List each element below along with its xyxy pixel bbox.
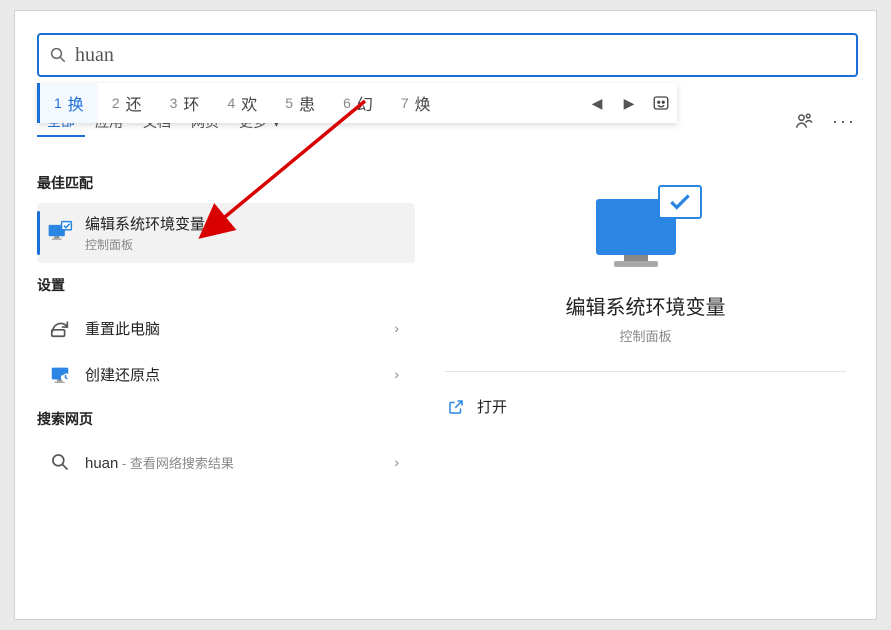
section-best-match: 最佳匹配 <box>37 173 415 193</box>
section-settings: 设置 <box>37 275 415 295</box>
ime-num: 5 <box>285 95 293 111</box>
ime-candidate-7[interactable]: 7 焕 <box>387 83 445 123</box>
search-input[interactable] <box>75 44 846 67</box>
result-subtitle: 控制面板 <box>85 236 205 253</box>
ime-candidate-1[interactable]: 1 换 <box>37 83 98 123</box>
ime-candidate-2[interactable]: 2 还 <box>98 83 156 123</box>
preview-app-icon <box>586 185 706 275</box>
ime-char: 欢 <box>241 91 257 115</box>
result-restore-point[interactable]: 创建还原点 › <box>37 351 415 397</box>
result-title: 创建还原点 <box>85 364 160 385</box>
ime-candidate-6[interactable]: 6 幻 <box>329 83 387 123</box>
reset-icon <box>47 315 73 341</box>
preview-title: 编辑系统环境变量 <box>445 291 846 320</box>
more-options-icon[interactable]: ··· <box>830 107 858 135</box>
search-window: 1 换 2 还 3 环 4 欢 5 患 6 幻 7 焕 ◀ ▶ <box>14 10 877 620</box>
ime-num: 6 <box>343 95 351 111</box>
result-web-search[interactable]: huan - 查看网络搜索结果 › <box>37 439 415 485</box>
preview-subtitle: 控制面板 <box>445 326 846 345</box>
result-title: 编辑系统环境变量 <box>85 213 205 234</box>
result-edit-env-vars[interactable]: 编辑系统环境变量 控制面板 <box>37 203 415 263</box>
open-action[interactable]: 打开 <box>445 390 846 423</box>
result-title: 重置此电脑 <box>85 318 160 339</box>
search-box[interactable] <box>37 33 858 77</box>
web-suffix-text: - 查看网络搜索结果 <box>118 456 234 471</box>
web-query-text: huan <box>85 455 118 472</box>
result-reset-pc[interactable]: 重置此电脑 › <box>37 305 415 351</box>
chevron-right-icon: › <box>394 320 405 336</box>
chevron-right-icon: › <box>394 454 405 470</box>
ime-num: 3 <box>170 95 178 111</box>
divider <box>445 371 846 372</box>
ime-char: 环 <box>183 91 199 115</box>
ime-char: 焕 <box>415 91 431 115</box>
ime-emoji-icon[interactable] <box>645 87 677 119</box>
ime-char: 患 <box>299 91 315 115</box>
restore-point-icon <box>47 361 73 387</box>
ime-num: 1 <box>54 95 62 111</box>
ime-prev-icon[interactable]: ◀ <box>581 87 613 119</box>
ime-next-icon[interactable]: ▶ <box>613 87 645 119</box>
preview-panel: 编辑系统环境变量 控制面板 打开 <box>415 151 876 619</box>
ime-candidate-3[interactable]: 3 环 <box>156 83 214 123</box>
ime-num: 4 <box>227 95 235 111</box>
ime-nav: ◀ ▶ <box>581 87 677 119</box>
ime-candidate-4[interactable]: 4 欢 <box>213 83 271 123</box>
ime-char: 还 <box>126 91 142 115</box>
search-icon <box>47 449 73 475</box>
ime-num: 2 <box>112 95 120 111</box>
account-icon[interactable] <box>790 107 818 135</box>
open-external-icon <box>447 398 465 416</box>
ime-candidate-5[interactable]: 5 患 <box>271 83 329 123</box>
monitor-icon <box>47 220 73 246</box>
result-title: huan - 查看网络搜索结果 <box>85 453 234 472</box>
chevron-right-icon: › <box>394 366 405 382</box>
section-search-web: 搜索网页 <box>37 409 415 429</box>
open-label: 打开 <box>477 396 507 417</box>
ime-char: 幻 <box>357 91 373 115</box>
ime-candidate-bar: 1 换 2 还 3 环 4 欢 5 患 6 幻 7 焕 ◀ ▶ <box>37 83 677 123</box>
ime-num: 7 <box>401 95 409 111</box>
search-icon <box>49 46 67 64</box>
results-panel: 最佳匹配 编辑系统环境变量 控制面板 设置 <box>15 151 415 619</box>
ime-char: 换 <box>68 91 84 115</box>
